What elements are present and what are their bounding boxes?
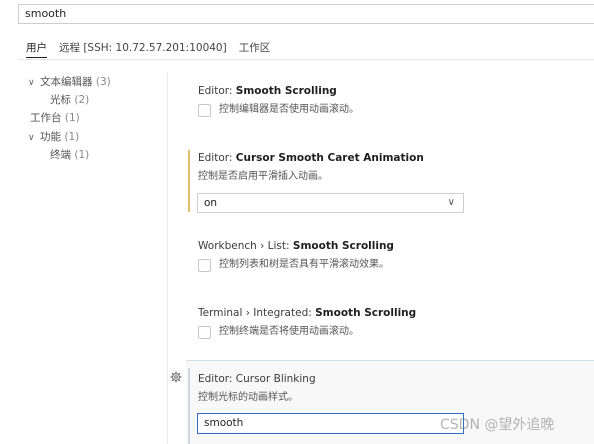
toc-item-features[interactable]: ∨ 功能 (1) [28,130,79,145]
setting-checkbox[interactable] [198,325,211,339]
setting-title: Editor: Cursor Blinking [198,372,316,386]
setting-cursor-smooth-caret-animation: Editor: Cursor Smooth Caret Animation 控制… [198,151,424,184]
setting-name: Cursor Smooth Caret Animation [235,152,424,164]
setting-title: Editor: Cursor Smooth Caret Animation [198,151,424,165]
setting-checkbox[interactable] [198,258,211,272]
toc-item-text-editor[interactable]: ∨ 文本编辑器 (3) [28,75,111,90]
cursor-blinking-input[interactable]: smooth [197,413,464,434]
toc-item-label: 光标 [50,94,71,106]
setting-category: Editor: [198,373,236,385]
toc-item-terminal[interactable]: 终端 (1) [50,148,89,162]
setting-category: Editor: [198,152,236,164]
caret-animation-select[interactable]: on ∨ [197,193,464,213]
setting-workbench-list-smooth-scrolling: Workbench › List: Smooth Scrolling 控制列表和… [198,239,394,272]
toc-item-cursor[interactable]: 光标 (2) [50,93,89,107]
toc-item-count: (1) [64,131,80,143]
tab-remote[interactable]: 远程 [SSH: 10.72.57.201:10040] [59,40,227,58]
tabs-divider [18,59,594,60]
setting-category: Terminal › Integrated: [198,307,316,319]
modified-indicator [188,150,190,212]
setting-description: 控制列表和树是否具有平滑滚动效果。 [219,259,389,270]
setting-description: 控制编辑器是否使用动画滚动。 [219,104,359,115]
toc-divider [167,72,168,444]
settings-search-input[interactable]: smooth [18,4,594,24]
setting-name: Cursor Blinking [235,373,316,385]
chevron-down-icon: ∨ [447,197,455,208]
setting-checkbox[interactable] [198,103,211,117]
scope-tabs: 用户 远程 [SSH: 10.72.57.201:10040] 工作区 [26,40,282,58]
toc-item-workbench[interactable]: 工作台 (1) [30,111,80,125]
setting-description: 控制终端是否将使用动画滚动。 [219,326,359,337]
toc-item-count: (1) [64,112,80,124]
setting-editor-smooth-scrolling: Editor: Smooth Scrolling 控制编辑器是否使用动画滚动。 [198,84,359,117]
watermark: CSDN @望外追晚 [440,417,555,433]
toc-item-label: 工作台 [30,112,62,124]
chevron-down-icon: ∨ [28,78,35,88]
select-value: on [204,197,218,209]
setting-cursor-blinking: Editor: Cursor Blinking 控制光标的动画样式。 [198,372,316,405]
setting-name: Smooth Scrolling [292,240,394,252]
setting-name: Smooth Scrolling [315,307,417,319]
setting-category: Editor: [198,85,236,97]
setting-description: 控制是否启用平滑插入动画。 [198,171,328,182]
setting-title: Editor: Smooth Scrolling [198,84,359,98]
toc-item-label: 终端 [50,149,71,161]
toc-item-label: 文本编辑器 [40,76,93,88]
chevron-down-icon: ∨ [28,133,35,143]
settings-editor: smooth 用户 远程 [SSH: 10.72.57.201:10040] 工… [0,0,594,444]
gear-icon[interactable] [170,371,182,383]
setting-name: Smooth Scrolling [235,85,337,97]
toc-item-count: (2) [74,94,90,106]
setting-title: Terminal › Integrated: Smooth Scrolling [198,306,416,320]
toc-item-count: (3) [95,76,111,88]
tab-workspace[interactable]: 工作区 [239,40,271,58]
toc-item-label: 功能 [40,131,61,143]
setting-description: 控制光标的动画样式。 [198,392,298,403]
toc-item-count: (1) [74,149,90,161]
setting-terminal-smooth-scrolling: Terminal › Integrated: Smooth Scrolling … [198,306,416,339]
setting-title: Workbench › List: Smooth Scrolling [198,239,394,253]
setting-category: Workbench › List: [198,240,293,252]
focus-indicator [188,368,190,444]
tab-user[interactable]: 用户 [26,40,47,58]
